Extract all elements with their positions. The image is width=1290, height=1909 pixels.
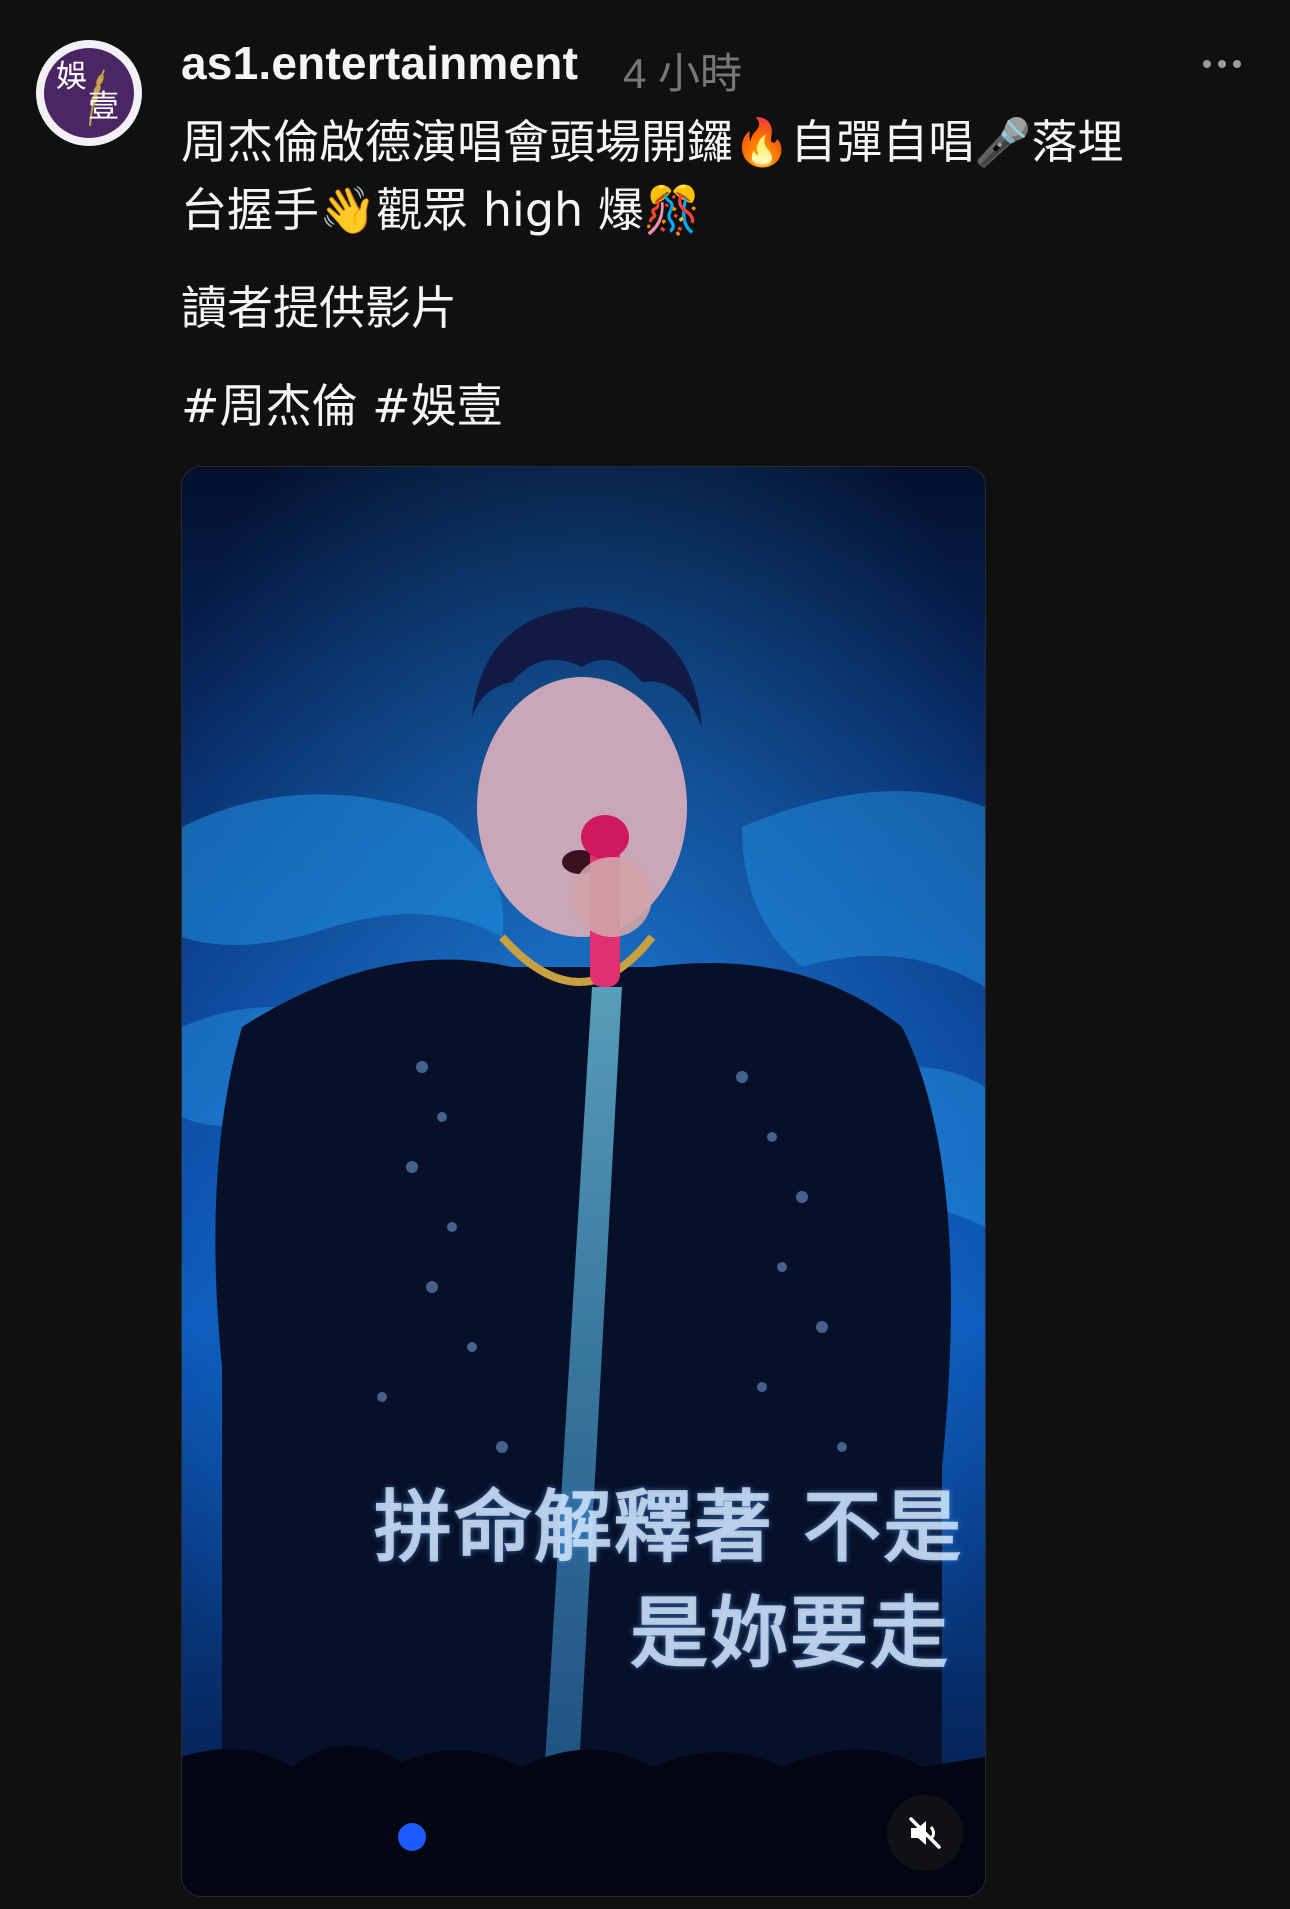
video-subtitle-line-1: 拼命解釋著 不是: [374, 1483, 964, 1573]
caption-line: 周杰倫啟德演唱會頭場開鑼🔥自彈自唱🎤落埋: [181, 115, 1124, 169]
speaker-muted-icon: [909, 1817, 941, 1849]
avatar-char-1: 娛: [56, 59, 87, 95]
avatar[interactable]: 娛 壹: [36, 40, 142, 146]
mute-toggle-button[interactable]: [887, 1795, 963, 1871]
caption-line: 讀者提供影片: [181, 281, 457, 335]
hashtags[interactable]: #周杰倫 #娛壹: [181, 372, 1261, 440]
video-subtitle-line-2: 是妳要走: [630, 1589, 951, 1679]
more-dot: [1218, 60, 1226, 68]
video-player[interactable]: 拼命解釋著 不是 是妳要走: [181, 466, 986, 1897]
avatar-logo: 娛 壹: [44, 48, 134, 138]
more-horizontal-icon: [1203, 60, 1211, 68]
post-timestamp: 4 小時: [623, 50, 743, 97]
username-link[interactable]: as1.entertainment: [181, 36, 578, 90]
more-dot: [1233, 60, 1241, 68]
avatar-char-2: 壹: [88, 89, 119, 125]
more-options-button[interactable]: [1194, 42, 1250, 86]
post-caption: 周杰倫啟德演唱會頭場開鑼🔥自彈自唱🎤落埋 台握手👋觀眾 high 爆🎊 讀者提供…: [181, 108, 1261, 440]
caption-line: 台握手👋觀眾 high 爆🎊: [181, 183, 702, 237]
